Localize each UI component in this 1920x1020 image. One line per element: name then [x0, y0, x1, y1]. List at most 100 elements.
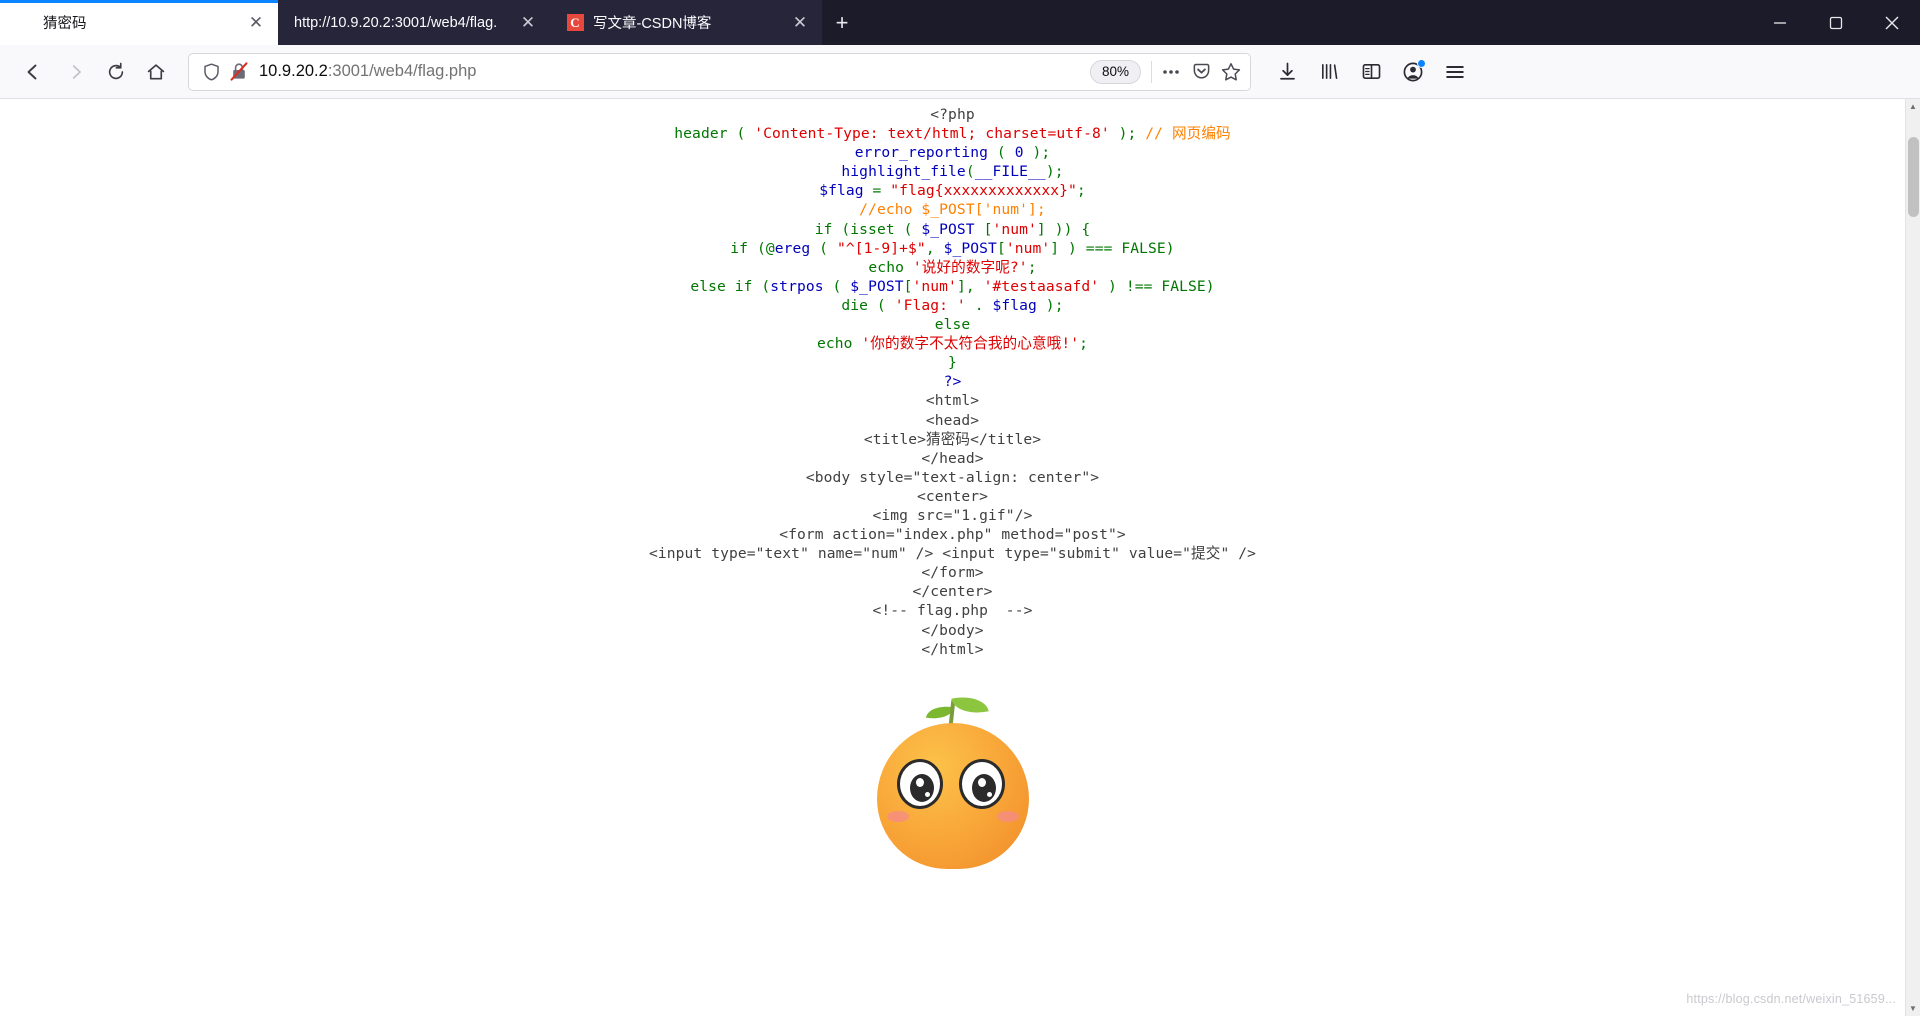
browser-tab-3[interactable]: C 写文章-CSDN博客 ✕: [550, 0, 822, 45]
mascot-eye-right: [958, 758, 1005, 809]
hamburger-menu-icon[interactable]: [1435, 52, 1475, 92]
code-token: <img src="1.gif"/>: [872, 506, 1033, 524]
csdn-favicon-letter: C: [566, 14, 584, 31]
code-token: 'num': [1005, 239, 1051, 257]
tab-title: 猜密码: [43, 16, 87, 32]
library-icon[interactable]: [1309, 52, 1349, 92]
window-controls: [1752, 0, 1920, 45]
tab-favicon: [16, 14, 34, 32]
forward-button[interactable]: [56, 52, 96, 92]
minimize-button[interactable]: [1752, 0, 1808, 45]
code-token: error_reporting: [854, 144, 989, 162]
ellipsis-icon[interactable]: [1156, 57, 1186, 87]
code-token: ,: [925, 239, 944, 257]
code-token: }: [948, 354, 957, 372]
code-token: ;: [1079, 335, 1088, 353]
code-token: //echo: [859, 201, 922, 219]
code-line: </html>: [0, 640, 1905, 659]
code-token: 'num': [992, 220, 1037, 238]
sidebar-icon[interactable]: [1351, 52, 1391, 92]
code-line: error_reporting ( 0 );: [0, 143, 1905, 162]
code-line: else: [0, 315, 1905, 334]
code-token: [: [903, 277, 913, 295]
mascot-eye-shine: [915, 777, 924, 787]
code-line: die ( 'Flag: ' . $flag );: [0, 296, 1905, 315]
new-tab-button[interactable]: +: [822, 0, 862, 45]
download-icon[interactable]: [1267, 52, 1307, 92]
code-token: 0: [1014, 144, 1024, 162]
back-button[interactable]: [10, 49, 56, 95]
code-token: <input type="text" name="num" /> <input …: [649, 545, 1256, 563]
code-line: <title>猜密码</title>: [0, 430, 1905, 449]
code-token: 'Content-Type: text/html; charset=utf-8': [754, 125, 1110, 143]
code-token: .: [965, 296, 993, 314]
csdn-favicon: C: [566, 14, 584, 32]
url-host: 10.9.20.2: [259, 62, 328, 80]
star-icon[interactable]: [1216, 57, 1246, 87]
code-token: );: [1023, 144, 1051, 162]
code-token: );: [1036, 296, 1064, 314]
leaf-icon: [950, 691, 989, 719]
url-text[interactable]: 10.9.20.2:3001/web4/flag.php: [253, 62, 1090, 81]
code-token: if (@: [730, 239, 775, 257]
code-token: (: [988, 144, 1015, 162]
code-line: <!-- flag.php -->: [0, 601, 1905, 620]
mascot-eye-shine: [977, 777, 986, 787]
code-token: ) !== FALSE): [1099, 277, 1215, 295]
code-line: header ( 'Content-Type: text/html; chars…: [0, 124, 1905, 143]
mascot-pupil-right: [971, 773, 996, 802]
code-token: die (: [841, 296, 895, 314]
browser-tab-1[interactable]: 猜密码 ✕: [0, 0, 278, 45]
mascot-eye-left: [896, 758, 943, 809]
pocket-icon[interactable]: [1186, 57, 1216, 87]
code-token: header: [674, 125, 728, 143]
shield-icon[interactable]: [197, 58, 225, 86]
scrollbar-thumb[interactable]: [1908, 137, 1919, 217]
code-token: <head>: [925, 411, 980, 429]
toolbar-right-icons: [1267, 52, 1475, 92]
maximize-button[interactable]: [1808, 0, 1864, 45]
tab-title: http://10.9.20.2:3001/web4/flag.: [294, 14, 498, 31]
code-line: echo '说好的数字呢?';: [0, 258, 1905, 277]
account-icon[interactable]: [1393, 52, 1433, 92]
browser-tab-2[interactable]: http://10.9.20.2:3001/web4/flag. ✕: [278, 0, 550, 45]
reload-button[interactable]: [96, 52, 136, 92]
page-content-area: <?php header ( 'Content-Type: text/html; …: [0, 99, 1920, 1016]
tab-close-icon[interactable]: ✕: [786, 9, 814, 37]
code-line: </form>: [0, 563, 1905, 582]
scroll-up-arrow[interactable]: ▲: [1906, 99, 1920, 114]
code-line: <img src="1.gif"/>: [0, 506, 1905, 525]
zoom-level-badge[interactable]: 80%: [1089, 59, 1141, 84]
code-token: highlight_file: [841, 163, 966, 181]
browser-tab-bar: 猜密码 ✕ http://10.9.20.2:3001/web4/flag. ✕…: [0, 0, 1920, 45]
browser-navigation-toolbar: 10.9.20.2:3001/web4/flag.php 80%: [0, 45, 1920, 99]
url-bar[interactable]: 10.9.20.2:3001/web4/flag.php 80%: [188, 52, 1251, 91]
code-line: <html>: [0, 391, 1905, 410]
tab-close-icon[interactable]: ✕: [242, 9, 270, 37]
home-button[interactable]: [136, 52, 176, 92]
mascot-eye-shine-small: [924, 791, 930, 797]
code-token: if (isset (: [814, 220, 922, 238]
code-line: echo '你的数字不太符合我的心意哦!';: [0, 334, 1905, 353]
code-line: <?php: [0, 105, 1905, 124]
account-notification-dot: [1417, 58, 1426, 68]
code-token: [: [996, 239, 1006, 257]
close-button[interactable]: [1864, 0, 1920, 45]
code-token: );: [1045, 163, 1064, 181]
php-source-code-listing: <?php header ( 'Content-Type: text/html; …: [0, 99, 1905, 659]
code-token: $_POST: [850, 277, 904, 295]
identity-box: [197, 58, 253, 86]
csdn-watermark: https://blog.csdn.net/weixin_51659...: [1686, 992, 1896, 1006]
code-token: =: [863, 182, 891, 200]
crossed-out-lock-icon[interactable]: [225, 58, 253, 86]
scroll-down-arrow[interactable]: ▼: [1906, 1001, 1920, 1016]
code-token: 'num': [912, 277, 957, 295]
rendered-web-page: <?php header ( 'Content-Type: text/html; …: [0, 99, 1905, 1016]
code-line: if (@ereg ( "^[1-9]+$", $_POST['num'] ) …: [0, 239, 1905, 258]
tab-close-icon[interactable]: ✕: [514, 9, 542, 37]
mascot-pupil-left: [909, 773, 934, 802]
code-token: </form>: [921, 564, 984, 582]
orange-mascot-image: [871, 691, 1035, 869]
vertical-scrollbar[interactable]: ▲ ▼: [1905, 99, 1920, 1016]
tab-bar-spacer: [862, 0, 1752, 45]
